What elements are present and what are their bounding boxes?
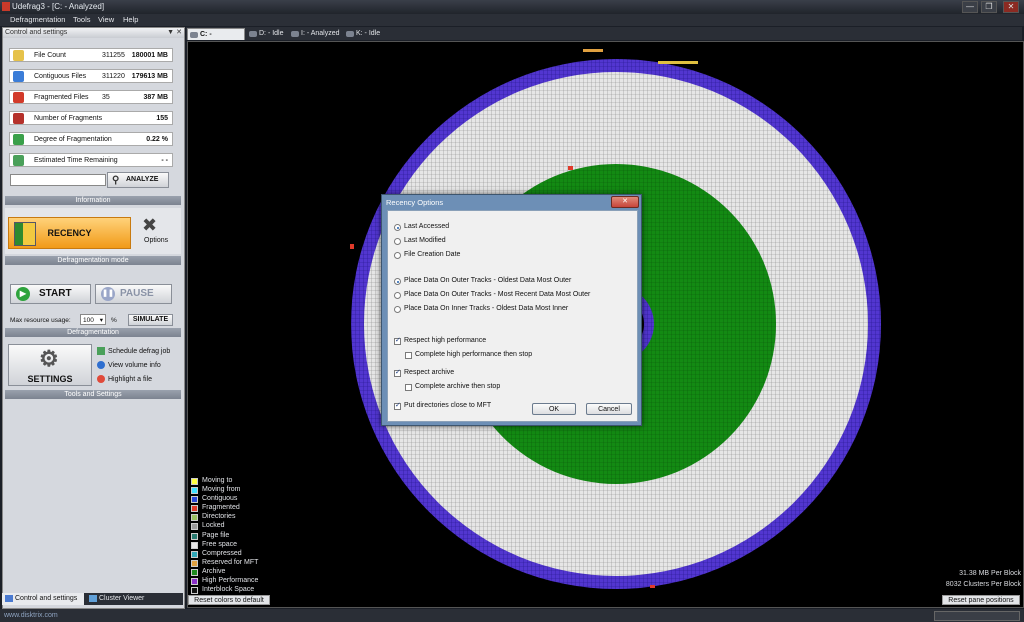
tab-volume-i[interactable]: I: - Analyzed — [289, 28, 345, 40]
analyze-button[interactable]: ⚲ ANALYZE — [107, 172, 169, 188]
fragment-marker — [568, 166, 573, 170]
clock-icon — [13, 155, 24, 166]
menu-tools[interactable]: Tools — [73, 15, 91, 24]
zoom-slider[interactable] — [934, 611, 1020, 621]
status-bar: www.disktrix.com — [0, 609, 1024, 622]
play-icon: ▶ — [16, 287, 30, 301]
dialog-body: Last Accessed Last Modified File Creatio… — [387, 210, 638, 422]
recency-icon — [14, 222, 36, 246]
mb-per-block: 31.38 MB Per Block — [959, 570, 1021, 577]
stat-degree-of-fragmentation: Degree of Fragmentation 0.22 % — [9, 132, 173, 146]
fragments-icon — [13, 113, 24, 124]
tab-cluster-viewer[interactable]: Cluster Viewer — [86, 593, 156, 605]
control-panel: Control and settings ▼ ✕ File Count 3112… — [2, 27, 185, 609]
menu-defragmentation[interactable]: Defragmentation — [10, 15, 65, 24]
panel-close-icon[interactable]: ✕ — [176, 28, 182, 38]
resource-unit: % — [111, 317, 117, 324]
website-link[interactable]: www.disktrix.com — [4, 612, 58, 619]
highlight-icon — [97, 375, 105, 383]
max-resource-label: Max resource usage: — [10, 317, 71, 324]
tools-section-label: Tools and Settings — [5, 390, 181, 399]
fragmented-icon — [13, 92, 24, 103]
options-label[interactable]: Options — [144, 237, 168, 244]
chevron-down-icon: ▾ — [99, 317, 103, 324]
cancel-button[interactable]: Cancel — [586, 403, 632, 415]
pause-icon: ❚❚ — [101, 287, 115, 301]
reset-pane-button[interactable]: Reset pane positions — [942, 595, 1020, 605]
files-icon — [13, 50, 24, 61]
menu-view[interactable]: View — [98, 15, 114, 24]
start-button[interactable]: ▶ START — [10, 284, 91, 304]
defrag-mode-section-label: Defragmentation mode — [5, 256, 181, 265]
window-title: Udefrag3 - [C: - Analyzed] — [12, 2, 105, 11]
mft-marker — [583, 49, 603, 52]
ok-button[interactable]: OK — [532, 403, 576, 415]
calendar-icon — [97, 347, 105, 355]
highlight-file-link[interactable]: Highlight a file — [97, 375, 152, 385]
menu-bar: Defragmentation Tools View Help — [0, 14, 1024, 26]
title-bar: Udefrag3 - [C: - Analyzed] — ❐ ✕ — [0, 0, 1024, 14]
tab-volume-k[interactable]: K: - Idle — [344, 28, 384, 40]
info-icon — [97, 361, 105, 369]
panel-pin-icon[interactable]: ▼ — [167, 28, 174, 38]
gear-icon: ⚙ — [39, 346, 59, 371]
mft-marker — [658, 61, 698, 64]
panel-header-title: Control and settings — [5, 29, 68, 36]
schedule-defrag-link[interactable]: Schedule defrag job — [97, 347, 170, 357]
analyze-input[interactable] — [10, 174, 106, 186]
gauge-icon — [13, 134, 24, 145]
drive-icon — [291, 31, 299, 37]
drive-icon — [346, 31, 354, 37]
tab-volume-d[interactable]: D: - Idle — [247, 28, 287, 40]
stat-estimated-time: Estimated Time Remaining - - — [9, 153, 173, 167]
stat-fragmented-files: Fragmented Files 35 387 MB — [9, 90, 173, 104]
maximize-button[interactable]: ❐ — [981, 1, 997, 13]
left-panel-tabs: Control and settings Cluster Viewer — [2, 593, 183, 605]
magnifier-icon: ⚲ — [112, 175, 120, 186]
volume-tabs: C: - Analyzed D: - Idle I: - Analyzed K:… — [186, 27, 1022, 50]
dialog-title: Recency Options — [386, 198, 444, 207]
information-section-label: Information — [5, 196, 181, 205]
recency-options-dialog: Recency Options ✕ Last Accessed Last Mod… — [381, 194, 642, 426]
stat-contiguous-files: Contiguous Files 311220 179613 MB — [9, 69, 173, 83]
menu-help[interactable]: Help — [123, 15, 138, 24]
view-volume-info-link[interactable]: View volume info — [97, 361, 161, 371]
dialog-close-button[interactable]: ✕ — [611, 196, 639, 208]
panel-header: Control and settings ▼ ✕ — [3, 28, 184, 38]
tab-volume-c[interactable]: C: - Analyzed — [187, 28, 245, 50]
defrag-section-label: Defragmentation — [5, 328, 181, 337]
cluster-icon — [89, 595, 97, 602]
drive-icon — [249, 31, 257, 37]
fragment-marker — [350, 244, 354, 249]
close-button[interactable]: ✕ — [1003, 1, 1019, 13]
resource-usage-select[interactable]: 100 ▾ — [80, 314, 106, 325]
panel-icon — [5, 595, 13, 602]
stat-number-of-fragments: Number of Fragments 155 — [9, 111, 173, 125]
recency-button[interactable]: RECENCY — [8, 217, 131, 249]
options-tools-icon[interactable]: ✖ — [142, 215, 157, 236]
simulate-button[interactable]: SIMULATE — [128, 314, 173, 326]
tab-control-and-settings[interactable]: Control and settings — [2, 593, 84, 605]
drive-icon — [190, 32, 198, 38]
settings-button[interactable]: ⚙ SETTINGS — [8, 344, 92, 386]
app-icon — [2, 2, 10, 11]
reset-colors-button[interactable]: Reset colors to default — [188, 595, 270, 605]
stat-file-count: File Count 311255 180001 MB — [9, 48, 173, 62]
clusters-per-block: 8032 Clusters Per Block — [945, 581, 1021, 588]
contiguous-icon — [13, 71, 24, 82]
fragment-marker — [650, 585, 655, 588]
pause-button[interactable]: ❚❚ PAUSE — [95, 284, 172, 304]
minimize-button[interactable]: — — [962, 1, 978, 13]
